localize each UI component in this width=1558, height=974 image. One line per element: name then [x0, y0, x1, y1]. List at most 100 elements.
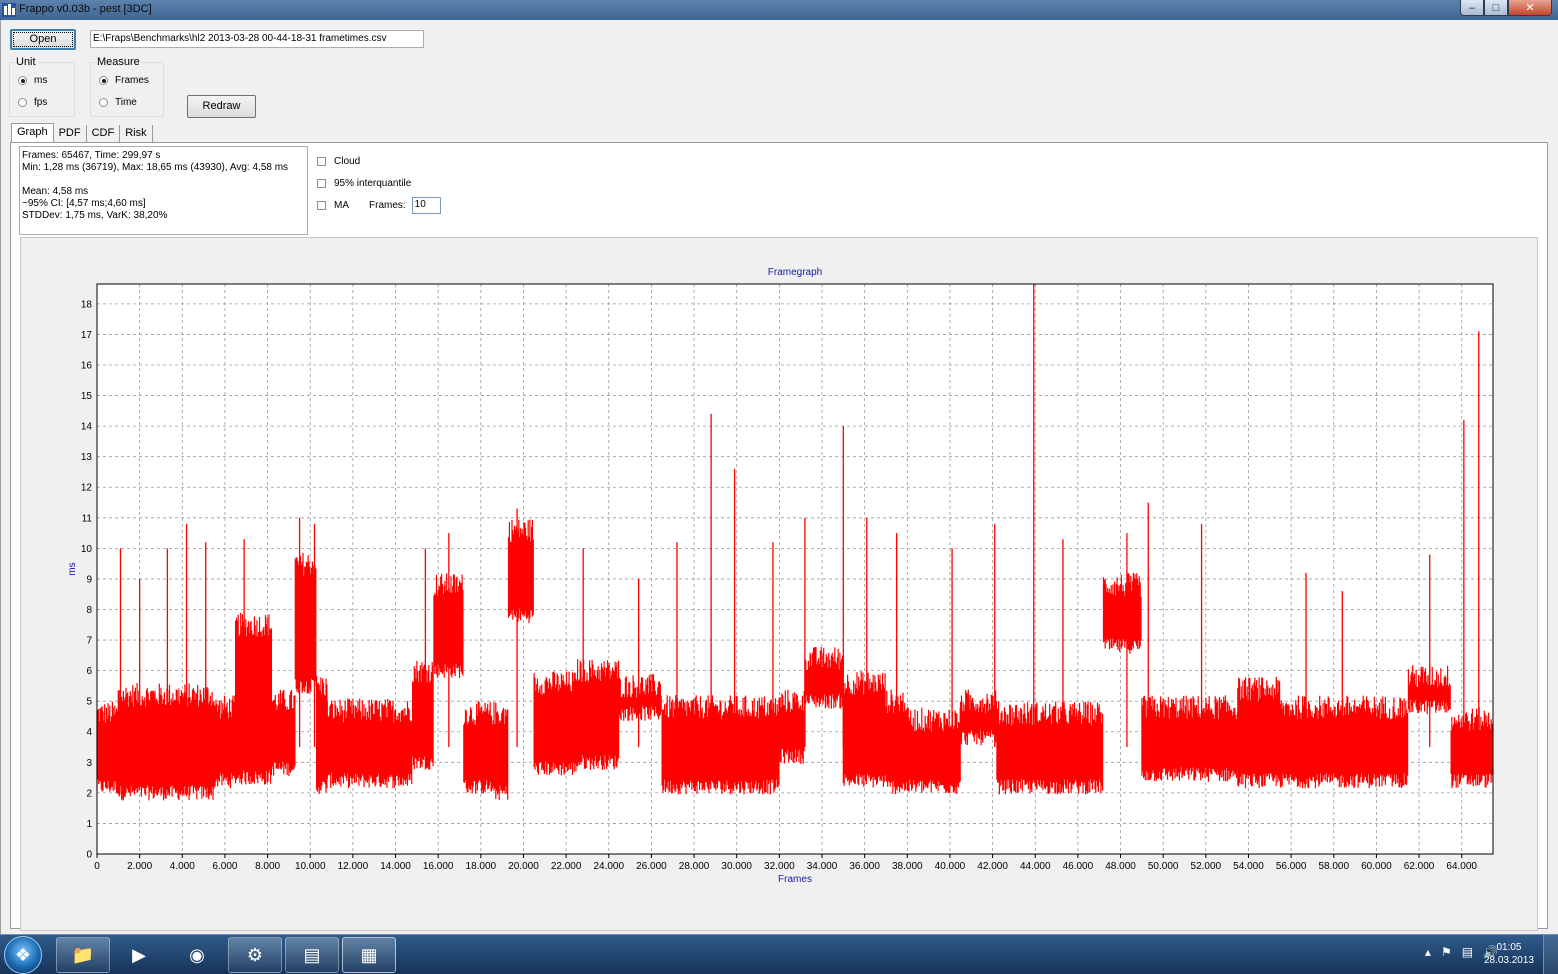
framegraph-chart: 01234567891011121314151617180 2.000 4.000 6…: [67, 267, 1494, 885]
open-button[interactable]: Open: [10, 29, 76, 50]
tab-strip: Graph PDF CDF Risk: [11, 123, 153, 143]
tray-expand-icon[interactable]: ▴: [1425, 945, 1431, 959]
y-tick-label: 5: [86, 697, 92, 708]
checkbox-icon: [317, 157, 326, 166]
stats-min-max-avg: Min: 1,28 ms (36719), Max: 18,65 ms (439…: [22, 162, 289, 173]
close-icon: ✕: [1525, 2, 1535, 14]
x-tick-label: 8.000: [255, 861, 280, 872]
x-tick-label: 20.000: [508, 861, 539, 872]
chrome-icon: ◉: [189, 944, 205, 965]
measure-time-radio[interactable]: Time: [99, 97, 137, 108]
x-tick-label: 50.000: [1148, 861, 1179, 872]
x-tick-label: 36.000: [849, 861, 880, 872]
x-tick-label: 54.000: [1233, 861, 1264, 872]
x-tick-label: 14.000: [380, 861, 411, 872]
x-axis-label: Frames: [778, 874, 812, 885]
action-center-flag-icon[interactable]: ⚑: [1441, 945, 1452, 959]
stats-spacer: [22, 174, 305, 186]
archive-icon: ▤: [303, 944, 321, 965]
x-tick-label: 0: [94, 861, 100, 872]
x-tick-label: 56.000: [1276, 861, 1307, 872]
unit-ms-radio[interactable]: ms: [18, 75, 47, 86]
steam-icon: ⚙: [246, 944, 264, 965]
clock-date: 28.03.2013: [1483, 955, 1534, 966]
tab-graph[interactable]: Graph: [11, 123, 54, 142]
x-tick-label: 46.000: [1063, 861, 1094, 872]
ma-label: MA: [334, 200, 349, 211]
redraw-button[interactable]: Redraw: [187, 95, 256, 118]
main-window: Open E:\Fraps\Benchmarks\hl2 2013-03-28 …: [0, 20, 1558, 934]
x-tick-label: 42.000: [977, 861, 1008, 872]
show-desktop-button[interactable]: [1543, 935, 1558, 974]
measure-group: Measure Frames Time: [90, 56, 164, 117]
y-tick-label: 14: [81, 422, 93, 433]
window-title: Frappo v0.03b - pest [3DC]: [19, 3, 152, 15]
x-tick-label: 58.000: [1318, 861, 1349, 872]
taskbar-winrar[interactable]: ▤: [285, 937, 339, 973]
radio-icon: [99, 98, 108, 107]
interquantile-checkbox[interactable]: 95% interquantile: [317, 178, 411, 189]
x-tick-label: 60.000: [1361, 861, 1392, 872]
stats-mean: Mean: 4,58 ms: [22, 186, 89, 197]
stats-ci: ~95% CI: [4,57 ms;4,60 ms]: [22, 198, 146, 209]
app-icon: [2, 3, 16, 17]
chart-panel: 0 1 2 3 4 5 6 7 8 9 10 11 12 13 14 15 16 17 18 0 2.000 4.000 6…: [20, 237, 1538, 931]
windows-logo-icon: ❖: [14, 945, 32, 965]
stats-textbox[interactable]: Frames: 65467, Time: 299,97 s Min: 1,28 …: [19, 146, 308, 235]
chart-title: Framegraph: [768, 267, 822, 278]
x-tick-label: 64.000: [1446, 861, 1477, 872]
measure-group-label: Measure: [96, 56, 141, 68]
file-path-field[interactable]: E:\Fraps\Benchmarks\hl2 2013-03-28 00-44…: [90, 30, 424, 48]
taskbar-media-player[interactable]: ▶: [112, 937, 166, 973]
y-tick-label: 17: [81, 330, 93, 341]
ma-checkbox[interactable]: MA Frames: 10: [317, 197, 441, 214]
ma-frames-input[interactable]: 10: [411, 197, 441, 214]
close-button[interactable]: ✕: [1508, 0, 1552, 16]
title-bar: Frappo v0.03b - pest [3DC] – □ ✕: [0, 0, 1558, 20]
unit-fps-radio[interactable]: fps: [18, 97, 47, 108]
tab-cdf[interactable]: CDF: [87, 125, 121, 142]
network-icon[interactable]: ▤: [1462, 945, 1473, 959]
x-tick-label: 38.000: [892, 861, 923, 872]
x-tick-label: 52.000: [1191, 861, 1222, 872]
maximize-button[interactable]: □: [1484, 0, 1508, 16]
y-tick-label: 8: [86, 605, 92, 616]
interquantile-label: 95% interquantile: [334, 178, 412, 189]
y-tick-label: 11: [82, 513, 93, 524]
taskbar-explorer[interactable]: 📁: [56, 937, 110, 973]
y-tick-label: 0: [86, 850, 92, 861]
checkbox-icon: [317, 179, 326, 188]
cloud-checkbox[interactable]: Cloud: [317, 156, 360, 167]
x-tick-label: 44.000: [1020, 861, 1051, 872]
x-tick-label: 28.000: [679, 861, 710, 872]
cloud-label: Cloud: [334, 156, 361, 167]
frappo-icon: ▦: [360, 944, 378, 965]
measure-frames-label: Frames: [115, 75, 149, 86]
y-tick-label: 9: [86, 574, 92, 585]
y-tick-label: 12: [81, 483, 93, 494]
x-tick-label: 6.000: [212, 861, 237, 872]
radio-icon: [18, 98, 27, 107]
minimize-button[interactable]: –: [1460, 0, 1484, 16]
x-tick-label: 22.000: [551, 861, 582, 872]
x-tick-label: 24.000: [593, 861, 624, 872]
start-button[interactable]: ❖: [4, 936, 42, 974]
y-tick-label: 16: [81, 360, 93, 371]
y-tick-label: 3: [86, 758, 92, 769]
taskbar-steam[interactable]: ⚙: [228, 937, 282, 973]
ma-frames-label: Frames:: [369, 200, 406, 211]
y-axis-label: ms: [67, 562, 78, 575]
y-tick-label: 15: [81, 391, 93, 402]
radio-selected-icon: [18, 76, 27, 85]
x-tick-label: 12.000: [338, 861, 369, 872]
measure-frames-radio[interactable]: Frames: [99, 75, 149, 86]
play-icon: ▶: [132, 944, 146, 965]
y-tick-label: 7: [86, 636, 92, 647]
y-tick-label: 13: [81, 452, 93, 463]
tab-risk[interactable]: Risk: [120, 125, 153, 142]
taskbar-frappo[interactable]: ▦: [342, 937, 396, 973]
clock[interactable]: 01:05 28.03.2013: [1484, 941, 1534, 967]
taskbar-chrome[interactable]: ◉: [170, 937, 224, 973]
tab-pdf[interactable]: PDF: [54, 125, 87, 142]
stats-stddev: STDDev: 1,75 ms, VarK: 38,20%: [22, 210, 168, 221]
